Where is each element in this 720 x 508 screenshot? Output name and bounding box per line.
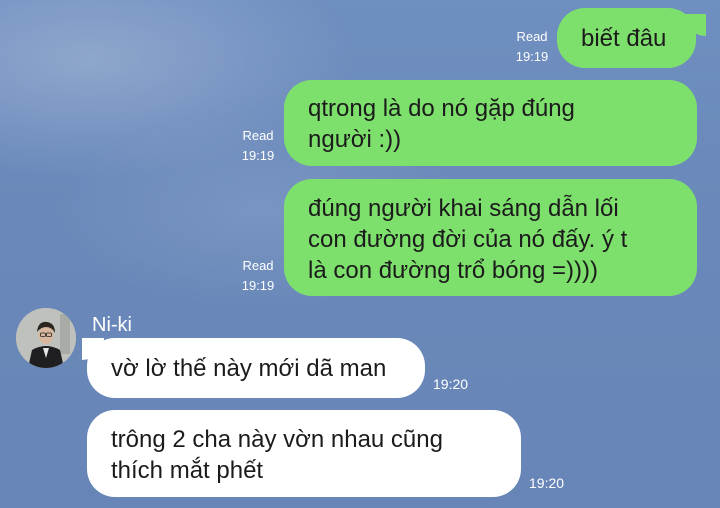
- sender-name: Ni-ki: [92, 314, 132, 336]
- message-text-line: qtrong là do nó gặp đúng: [308, 95, 575, 122]
- sent-message-bubble[interactable]: đúng người khai sáng dẫn lối con đường đ…: [284, 179, 697, 296]
- message-time: 19:20: [529, 475, 565, 491]
- contact-avatar[interactable]: [16, 308, 76, 368]
- message-time: 19:19: [241, 148, 275, 163]
- read-receipt: Read 19:19: [233, 256, 283, 296]
- message-time: 19:19: [241, 278, 275, 293]
- message-text: vờ lờ thế này mới dã man: [111, 355, 387, 382]
- message-text-line: là con đường trổ bóng =)))): [308, 257, 598, 284]
- message-time: 19:20: [433, 376, 469, 392]
- read-status: Read: [242, 258, 274, 273]
- received-message-bubble[interactable]: vờ lờ thế này mới dã man: [87, 338, 425, 398]
- message-text-line: thích mắt phết: [111, 457, 264, 484]
- message-time: 19:19: [515, 49, 549, 64]
- message-text-line: người :)): [308, 126, 402, 153]
- profile-photo-icon: [16, 308, 76, 368]
- message-text-line: đúng người khai sáng dẫn lối: [308, 195, 619, 222]
- read-receipt: Read 19:19: [507, 27, 557, 67]
- read-receipt: Read 19:19: [233, 126, 283, 166]
- message-text-line: trông 2 cha này vờn nhau cũng: [111, 426, 443, 453]
- message-text: biết đâu: [581, 25, 667, 52]
- sent-message-bubble[interactable]: biết đâu: [557, 8, 696, 68]
- sent-message-bubble[interactable]: qtrong là do nó gặp đúng người :)): [284, 80, 697, 166]
- read-status: Read: [242, 128, 274, 143]
- message-text-line: con đường đời của nó đấy. ý t: [308, 226, 628, 253]
- received-message-bubble[interactable]: trông 2 cha này vờn nhau cũng thích mắt …: [87, 410, 521, 497]
- read-status: Read: [516, 29, 548, 44]
